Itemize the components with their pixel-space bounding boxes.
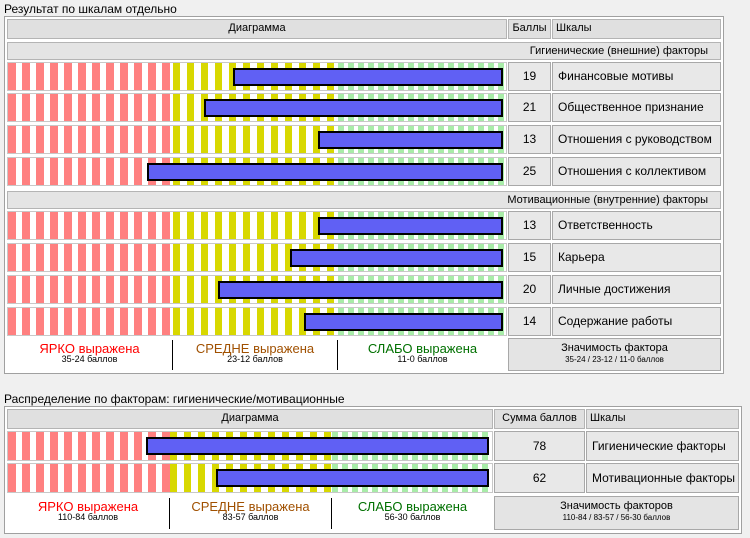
score-bar [147,163,503,181]
score-bar [318,131,503,149]
diagram-cell [7,211,507,240]
diagram-cell [7,243,507,272]
scale-label: Гигиенические факторы [586,431,739,461]
score-bar [233,68,503,86]
score-value: 13 [508,125,551,154]
scale-label: Личные достижения [552,275,721,304]
header2-diagram: Диаграмма [7,409,493,429]
scale-label: Ответственность [552,211,721,240]
diagram-cell [7,275,507,304]
header-diagram: Диаграмма [7,19,507,39]
score-bar [146,437,489,455]
diagram-cell [7,431,493,461]
header-points: Баллы [508,19,551,39]
score-value: 13 [508,211,551,240]
score-bar [204,99,503,117]
scale-label: Мотивационные факторы [586,463,739,493]
section1-title: Результат по шкалам отдельно [4,2,177,16]
score-bar [318,217,503,235]
legend2-medium: СРЕДНЕ выражена 83-57 баллов [170,496,331,530]
score-value: 25 [508,157,551,186]
diagram-cell [7,125,507,154]
header2-sum: Сумма баллов [494,409,585,429]
legend-strong: ЯРКО выражена 35-24 баллов [7,338,172,371]
legend-weak: СЛАБО выражена 11-0 баллов [338,338,507,371]
diagram-cell [7,463,493,493]
score-value: 62 [494,463,585,493]
legend2-strong: ЯРКО выражена 110-84 баллов [7,496,169,530]
scale-label: Содержание работы [552,307,721,336]
diagram-cell [7,62,507,91]
diagram-cell [7,307,507,336]
scale-label: Отношения с коллективом [552,157,721,186]
group-title-hygienic: Гигиенические (внешние) факторы [7,42,721,60]
header2-scales: Шкалы [586,409,739,429]
significance-cell-2: Значимость факторов 110-84 / 83-57 / 56-… [494,496,739,530]
diagram-cell [7,157,507,186]
score-value: 15 [508,243,551,272]
score-bar [290,249,503,267]
score-bar [304,313,503,331]
score-value: 19 [508,62,551,91]
diagram-cell [7,93,507,122]
legend2-weak: СЛАБО выражена 56-30 баллов [332,496,493,530]
score-bar [218,281,503,299]
scale-label: Карьера [552,243,721,272]
significance-cell: Значимость фактора 35-24 / 23-12 / 11-0 … [508,338,721,371]
scale-label: Общественное признание [552,93,721,122]
legend-medium: СРЕДНЕ выражена 23-12 баллов [173,338,337,371]
score-value: 14 [508,307,551,336]
scale-label: Финансовые мотивы [552,62,721,91]
group-title-motivational: Мотивационные (внутренние) факторы [7,191,721,209]
score-value: 78 [494,431,585,461]
score-value: 21 [508,93,551,122]
section2-title: Распределение по факторам: гигиенические… [4,392,345,406]
score-bar [216,469,489,487]
scale-label: Отношения с руководством [552,125,721,154]
score-value: 20 [508,275,551,304]
header-scales: Шкалы [552,19,721,39]
